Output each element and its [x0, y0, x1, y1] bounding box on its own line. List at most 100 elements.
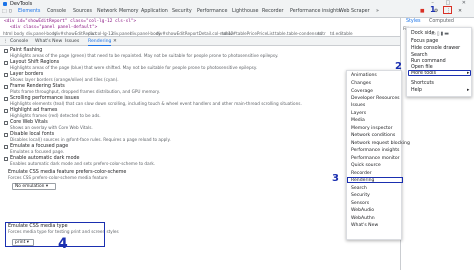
menu-item-run-command[interactable]: Run command: [411, 59, 446, 64]
rendering-option-desc: Plots frame throughput, dropped frames d…: [10, 89, 161, 94]
drawer-tab-issues[interactable]: Issues: [65, 39, 79, 44]
rendering-option-desc: Highlights areas of the page (green) tha…: [10, 53, 279, 58]
tab-elements[interactable]: Elements: [18, 9, 40, 14]
tab-performance[interactable]: Performance: [197, 9, 227, 14]
rendering-option-desc: Highlights areas of the page (blue) that…: [10, 65, 258, 70]
menu-item-sensors[interactable]: Sensors: [351, 201, 369, 206]
source-line[interactable]: <div id="showEditReport" class="col-lg-1…: [4, 19, 136, 24]
devtools-tab-bar: ⬚ ▯ Elements Console Sources Network Mem…: [0, 7, 474, 18]
checkbox[interactable]: [4, 49, 8, 53]
tab-network[interactable]: Network: [97, 9, 117, 14]
tab-computed[interactable]: Computed: [429, 19, 454, 24]
menu-item-hide-console-drawer[interactable]: Hide console drawer: [411, 46, 460, 51]
menu-button-highlight-box: [443, 6, 452, 14]
inspect-icon[interactable]: ⬚: [2, 9, 7, 14]
breadcrumb-item[interactable]: tr.tr: [318, 31, 326, 36]
breadcrumb-item[interactable]: div.col-lg-12: [88, 31, 114, 36]
menu-item-security[interactable]: Security: [351, 193, 370, 198]
menu-item-changes[interactable]: Changes: [351, 81, 371, 86]
prefers-color-scheme-select[interactable]: No emulation ▾: [12, 183, 56, 190]
menu-item-layers[interactable]: Layers: [351, 111, 366, 116]
device-toolbar-icon[interactable]: ▯: [9, 9, 12, 14]
breadcrumb-item[interactable]: div.panel: [112, 31, 131, 36]
tab-console[interactable]: Console: [47, 9, 66, 14]
customize-menu: Dock side ▭▯▮▬ Focus page Hide console d…: [406, 27, 472, 97]
breadcrumb-item[interactable]: body: [14, 31, 24, 36]
menu-item-search[interactable]: Search: [411, 53, 427, 58]
window-titlebar: DevTools – □ ✕: [0, 0, 474, 7]
menu-item-memory-inspector[interactable]: Memory inspector: [351, 126, 393, 131]
breadcrumb-item[interactable]: td.editable: [330, 31, 353, 36]
rendering-option-desc: Highlights frames (red) detected to be a…: [10, 113, 101, 118]
menu-item-recorder[interactable]: Recorder: [351, 171, 372, 176]
rendering-option-desc: Shows layer borders (orange/olive) and t…: [10, 77, 119, 82]
rendering-highlight-box: [347, 177, 403, 183]
media-type-highlight-box: [5, 222, 105, 247]
tab-application[interactable]: Application: [141, 9, 168, 14]
menu-item-network-conditions[interactable]: Network conditions: [351, 133, 395, 138]
menu-item-developer-resources[interactable]: Developer Resources: [351, 96, 400, 101]
devtools-icon: [3, 1, 7, 6]
tab-performance-insights[interactable]: Performance insights: [290, 9, 341, 14]
rendering-option-desc: Emulates a focused page.: [10, 149, 65, 154]
prefers-color-scheme-desc: Forces CSS prefers-color-scheme media fe…: [8, 175, 108, 180]
breadcrumb: html body div.panel-body div#showEditRep…: [0, 30, 400, 37]
menu-item-shortcuts[interactable]: Shortcuts: [411, 81, 434, 86]
tab-sources[interactable]: Sources: [73, 9, 92, 14]
breadcrumb-item[interactable]: div.panel-body: [26, 31, 57, 36]
rendering-option-desc: Highlights elements (teal) that can slow…: [10, 101, 302, 106]
menu-item-webauthn[interactable]: WebAuthn: [351, 216, 375, 221]
drawer-tab-console[interactable]: Console: [10, 39, 28, 44]
tab-lighthouse[interactable]: Lighthouse: [232, 9, 258, 14]
menu-item-help[interactable]: Help: [411, 88, 422, 93]
error-count-icon[interactable]: ■: [420, 9, 425, 14]
menu-item-performance-insights[interactable]: Performance insights: [351, 148, 399, 153]
annotation-number: 4: [58, 236, 68, 252]
checkbox[interactable]: [4, 97, 8, 101]
prefers-color-scheme-value: No emulation: [15, 184, 45, 189]
chevron-down-icon: ▾: [45, 184, 49, 189]
window-title: DevTools: [10, 0, 33, 7]
more-tabs-icon[interactable]: »: [376, 9, 379, 14]
checkbox[interactable]: [4, 157, 8, 161]
menu-item-webaudio[interactable]: WebAudio: [351, 208, 374, 213]
drawer-tab-rendering[interactable]: Rendering: [88, 39, 112, 46]
annotation-number: 2: [395, 61, 402, 72]
menu-item-network-request-blocking[interactable]: Network request blocking: [351, 141, 410, 146]
close-devtools-icon[interactable]: ✕: [458, 9, 462, 14]
tab-security[interactable]: Security: [172, 9, 192, 14]
menu-item-animations[interactable]: Animations: [351, 73, 377, 78]
rendering-option-desc: Disables local() sources in @font-face r…: [10, 137, 171, 142]
chevron-right-icon: ▸: [467, 88, 470, 93]
menu-item-search[interactable]: Search: [351, 186, 367, 191]
drawer-tab-bar: ⋮ Console What's New Issues Rendering ✕: [0, 37, 400, 46]
checkbox[interactable]: [4, 73, 8, 77]
checkbox[interactable]: [4, 61, 8, 65]
checkbox[interactable]: [4, 121, 8, 125]
menu-item-issues[interactable]: Issues: [351, 103, 365, 108]
kebab-drawer-icon[interactable]: ⋮: [3, 39, 8, 44]
close-icon[interactable]: ✕: [113, 39, 117, 44]
menu-item-media[interactable]: Media: [351, 118, 365, 123]
menu-item-performance-monitor[interactable]: Performance monitor: [351, 156, 400, 161]
checkbox[interactable]: [4, 85, 8, 89]
rendering-option-desc: Shows an overlay with Core Web Vitals.: [10, 125, 93, 130]
drawer-tab-whats-new[interactable]: What's New: [35, 39, 62, 44]
tab-recorder[interactable]: Recorder: [262, 9, 284, 14]
tab-web-scraper[interactable]: Web Scraper: [339, 9, 370, 14]
breadcrumb-item[interactable]: table#tablePricePriceList: [222, 31, 274, 36]
breadcrumb-item[interactable]: html: [3, 31, 13, 36]
menu-item-whats-new[interactable]: What's New: [351, 223, 378, 228]
tab-styles[interactable]: Styles: [406, 19, 421, 24]
menu-item-focus-page[interactable]: Focus page: [411, 39, 438, 44]
checkbox[interactable]: [4, 133, 8, 137]
checkbox[interactable]: [4, 145, 8, 149]
menu-item-quick-source[interactable]: Quick source: [351, 163, 381, 168]
annotation-number: 1: [430, 5, 436, 14]
more-tools-menu: Animations Changes Coverage Developer Re…: [346, 70, 410, 240]
dock-side-icons[interactable]: ▭▯▮▬: [431, 31, 450, 37]
breadcrumb-item[interactable]: table.table-condensed: [275, 31, 322, 36]
checkbox[interactable]: [4, 109, 8, 113]
menu-item-coverage[interactable]: Coverage: [351, 89, 373, 94]
tab-memory[interactable]: Memory: [119, 9, 139, 14]
